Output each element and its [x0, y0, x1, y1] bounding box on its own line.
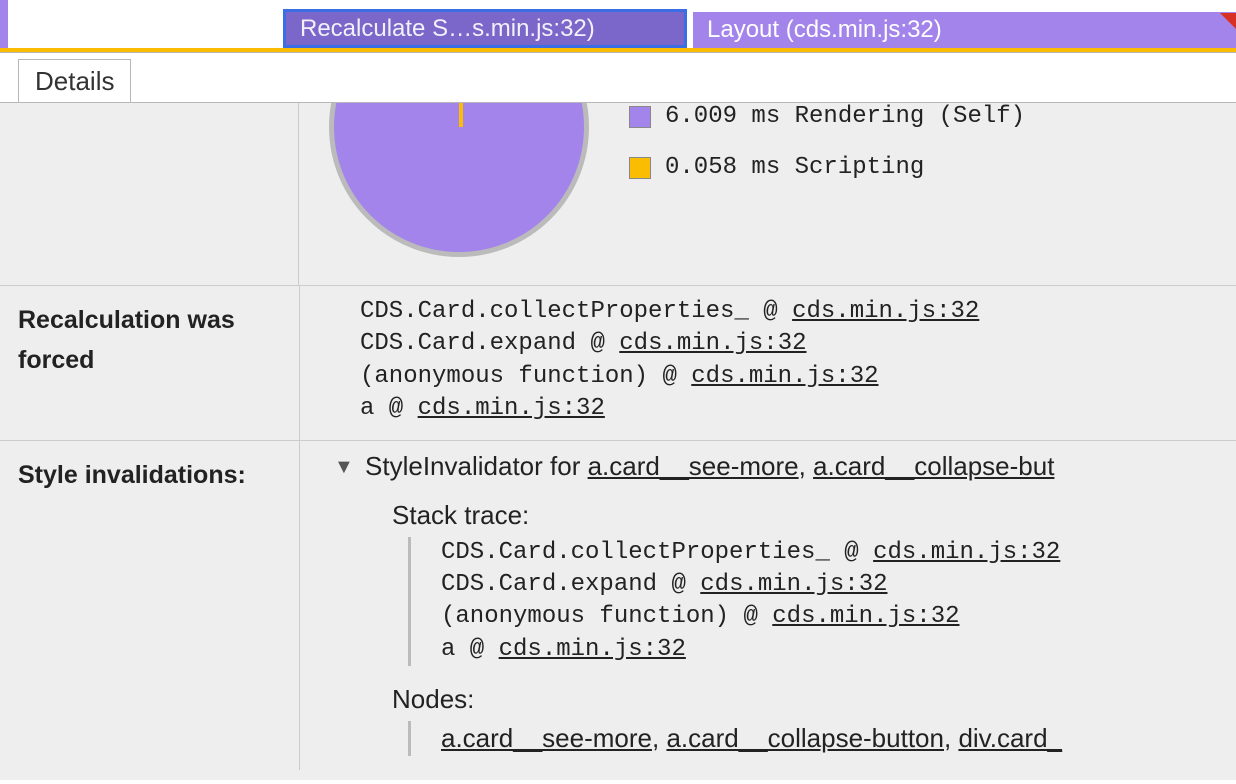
row-label: Style invalidations: — [0, 441, 299, 771]
invalidation-entry[interactable]: ▼ StyleInvalidator for a.card__see-more,… — [300, 451, 1236, 482]
flame-slice-recalculate-style[interactable]: Recalculate S…s.min.js:32) — [283, 9, 687, 48]
invalidation-title-prefix: StyleInvalidator for — [365, 451, 588, 481]
row-label: Recalculation was forced — [0, 286, 299, 440]
source-link[interactable]: cds.min.js:32 — [873, 539, 1060, 566]
source-link[interactable]: cds.min.js:32 — [418, 395, 605, 422]
node-link[interactable]: div.card_ — [958, 723, 1062, 753]
time-breakdown-pie — [329, 103, 609, 277]
warning-triangle-icon — [1220, 13, 1236, 33]
flame-slice-edge — [0, 0, 8, 48]
invalidations-value: ▼ StyleInvalidator for a.card__see-more,… — [299, 441, 1236, 771]
row-style-invalidations: Style invalidations: ▼ StyleInvalidator … — [0, 441, 1236, 771]
source-link[interactable]: cds.min.js:32 — [619, 330, 806, 357]
stack-frame: a @ cds.min.js:32 — [411, 634, 1236, 666]
legend-item-rendering: 6.009 ms Rendering (Self) — [629, 103, 1025, 130]
flame-slice-label: Layout (cds.min.js:32) — [707, 16, 942, 44]
stack-frame: a @ cds.min.js:32 — [300, 393, 1236, 425]
flame-slice-layout[interactable]: Layout (cds.min.js:32) — [693, 12, 1236, 48]
stack-frame: (anonymous function) @ cds.min.js:32 — [300, 361, 1236, 393]
stack-trace: CDS.Card.collectProperties_ @ cds.min.js… — [299, 286, 1236, 440]
nodes-list: a.card__see-more, a.card__collapse-butto… — [408, 721, 1236, 756]
stack-frame: (anonymous function) @ cds.min.js:32 — [411, 601, 1236, 633]
row-recalculation-forced: Recalculation was forced CDS.Card.collec… — [0, 286, 1236, 441]
tab-details[interactable]: Details — [18, 59, 131, 102]
swatch-icon — [629, 157, 651, 179]
stack-trace-label: Stack trace: — [300, 500, 1236, 531]
legend-item-scripting: 0.058 ms Scripting — [629, 154, 1025, 181]
node-link[interactable]: a.card__see-more — [441, 723, 652, 753]
nodes-label: Nodes: — [300, 684, 1236, 715]
source-link[interactable]: cds.min.js:32 — [700, 571, 887, 598]
selector-link[interactable]: a.card__collapse-but — [813, 451, 1054, 481]
stack-frame: CDS.Card.expand @ cds.min.js:32 — [411, 569, 1236, 601]
summary-row: 6.009 ms Rendering (Self) 0.058 ms Scrip… — [0, 103, 1236, 286]
stack-frame: CDS.Card.collectProperties_ @ cds.min.js… — [411, 537, 1236, 569]
source-link[interactable]: cds.min.js:32 — [772, 603, 959, 630]
source-link[interactable]: cds.min.js:32 — [691, 363, 878, 390]
source-link[interactable]: cds.min.js:32 — [792, 298, 979, 325]
source-link[interactable]: cds.min.js:32 — [499, 636, 686, 663]
disclosure-triangle-icon[interactable]: ▼ — [334, 456, 354, 479]
stack-trace: CDS.Card.collectProperties_ @ cds.min.js… — [408, 537, 1236, 667]
flame-slice-label: Recalculate S…s.min.js:32) — [300, 15, 595, 43]
stack-frame: CDS.Card.collectProperties_ @ cds.min.js… — [300, 296, 1236, 328]
legend-text: 6.009 ms Rendering (Self) — [665, 103, 1025, 130]
swatch-icon — [629, 106, 651, 128]
node-link[interactable]: a.card__collapse-button — [666, 723, 944, 753]
flame-chart-row[interactable]: Recalculate S…s.min.js:32) Layout (cds.m… — [0, 0, 1236, 52]
details-panel: 6.009 ms Rendering (Self) 0.058 ms Scrip… — [0, 103, 1236, 780]
pie-legend: 6.009 ms Rendering (Self) 0.058 ms Scrip… — [629, 103, 1025, 285]
legend-text: 0.058 ms Scripting — [665, 154, 924, 181]
details-tabbar: Details — [0, 52, 1236, 103]
selector-link[interactable]: a.card__see-more — [588, 451, 799, 481]
stack-frame: CDS.Card.expand @ cds.min.js:32 — [300, 328, 1236, 360]
